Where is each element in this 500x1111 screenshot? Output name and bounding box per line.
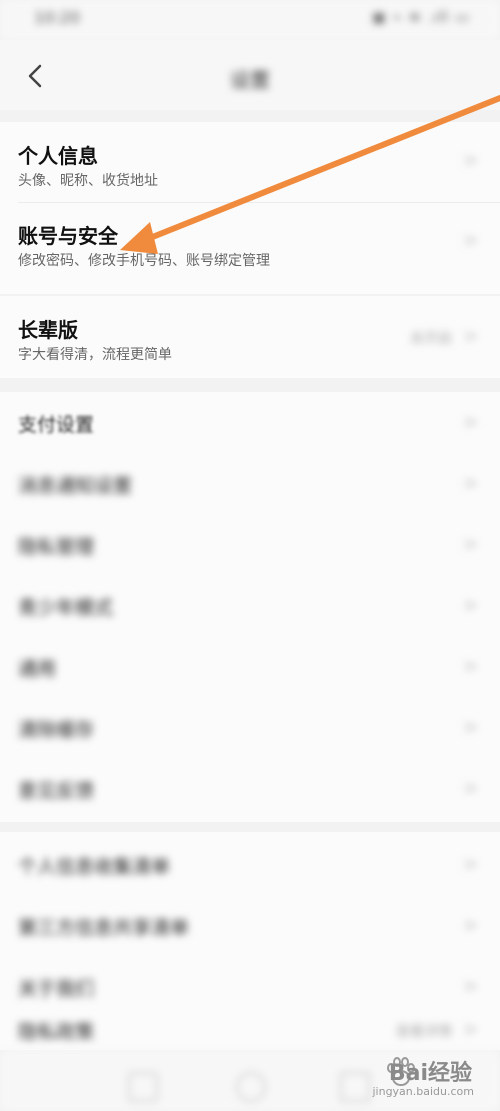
status-icons: ▣ ⌁ ≋ .ıll ▭ bbox=[371, 8, 470, 26]
status-bar: 10:20 ▣ ⌁ ≋ .ıll ▭ bbox=[0, 0, 500, 40]
row-value: 查看详情 bbox=[396, 1024, 452, 1040]
divider bbox=[18, 202, 500, 203]
settings-group-general: 支付设置 > 消息通知设置 > 隐私管理 > 青少年模式 > 通用 > 清除缓存… bbox=[0, 392, 500, 822]
row-title: 通用 bbox=[18, 658, 57, 680]
chevron-right-icon: > bbox=[462, 915, 478, 936]
row-feedback[interactable]: 意见反馈 > bbox=[0, 758, 500, 818]
row-about-us[interactable]: 关于我们 > bbox=[0, 954, 500, 1014]
chevron-right-icon: > bbox=[462, 1019, 478, 1040]
row-account-security[interactable]: 账号与安全 修改密码、修改手机号码、账号绑定管理 > bbox=[0, 204, 500, 294]
row-title: 青少年模式 bbox=[18, 597, 114, 619]
nav-bar: 设置 bbox=[0, 40, 500, 110]
row-personal-info[interactable]: 个人信息 头像、昵称、收货地址 > bbox=[0, 122, 500, 204]
square-icon[interactable] bbox=[128, 1072, 158, 1102]
row-elder-mode[interactable]: 长辈版 字大看得清，流程更简单 未开启 > bbox=[0, 296, 500, 378]
row-title: 意见反馈 bbox=[18, 780, 95, 802]
chevron-right-icon: > bbox=[462, 473, 478, 494]
row-value: 未开启 bbox=[410, 331, 452, 347]
row-title: 支付设置 bbox=[18, 414, 95, 436]
row-general[interactable]: 通用 > bbox=[0, 636, 500, 696]
row-subtitle: 修改密码、修改手机号码、账号绑定管理 bbox=[18, 253, 270, 269]
page-title: 设置 bbox=[230, 68, 270, 92]
row-clear-cache[interactable]: 清除缓存 > bbox=[0, 697, 500, 757]
watermark-url: jingyan.baidu.com bbox=[372, 1085, 474, 1098]
row-title: 隐私管理 bbox=[18, 536, 95, 558]
chevron-right-icon: > bbox=[462, 717, 478, 738]
row-third-party-list[interactable]: 第三方信息共享清单 > bbox=[0, 893, 500, 953]
triangle-icon[interactable] bbox=[340, 1072, 370, 1102]
row-title: 个人信息收集清单 bbox=[18, 856, 171, 878]
row-title: 长辈版 bbox=[18, 318, 78, 342]
row-personal-data-list[interactable]: 个人信息收集清单 > bbox=[0, 832, 500, 892]
row-title: 隐私政策 bbox=[18, 1021, 95, 1043]
chevron-right-icon: > bbox=[462, 150, 478, 171]
chevron-right-icon: > bbox=[462, 854, 478, 875]
chevron-right-icon: > bbox=[462, 778, 478, 799]
row-title: 清除缓存 bbox=[18, 719, 95, 741]
row-teen-mode[interactable]: 青少年模式 > bbox=[0, 575, 500, 635]
settings-group-elder: 长辈版 字大看得清，流程更简单 未开启 > bbox=[0, 296, 500, 378]
chevron-right-icon: > bbox=[462, 656, 478, 677]
chevron-right-icon: > bbox=[462, 595, 478, 616]
row-title: 消息通知设置 bbox=[18, 475, 133, 497]
row-title: 第三方信息共享清单 bbox=[18, 917, 190, 939]
circle-icon[interactable] bbox=[236, 1072, 266, 1102]
row-title: 账号与安全 bbox=[18, 224, 118, 248]
chevron-right-icon: > bbox=[462, 326, 478, 347]
row-privacy-policy[interactable]: 隐私政策 查看详情 > bbox=[0, 1015, 500, 1055]
row-subtitle: 字大看得清，流程更简单 bbox=[18, 347, 172, 363]
row-title: 关于我们 bbox=[18, 978, 95, 1000]
watermark: Bai经验 bbox=[388, 1061, 472, 1086]
chevron-right-icon: > bbox=[462, 534, 478, 555]
chevron-right-icon: > bbox=[462, 976, 478, 997]
row-payment-settings[interactable]: 支付设置 > bbox=[0, 392, 500, 452]
chevron-right-icon: > bbox=[462, 412, 478, 433]
settings-group-legal: 个人信息收集清单 > 第三方信息共享清单 > 关于我们 > 隐私政策 查看详情 … bbox=[0, 832, 500, 1050]
row-title: 个人信息 bbox=[18, 144, 98, 168]
status-time: 10:20 bbox=[34, 8, 81, 27]
chevron-right-icon: > bbox=[462, 230, 478, 251]
row-notification-settings[interactable]: 消息通知设置 > bbox=[0, 453, 500, 513]
row-subtitle: 头像、昵称、收货地址 bbox=[18, 173, 158, 189]
row-privacy-management[interactable]: 隐私管理 > bbox=[0, 514, 500, 574]
settings-group-profile: 个人信息 头像、昵称、收货地址 > 账号与安全 修改密码、修改手机号码、账号绑定… bbox=[0, 122, 500, 294]
